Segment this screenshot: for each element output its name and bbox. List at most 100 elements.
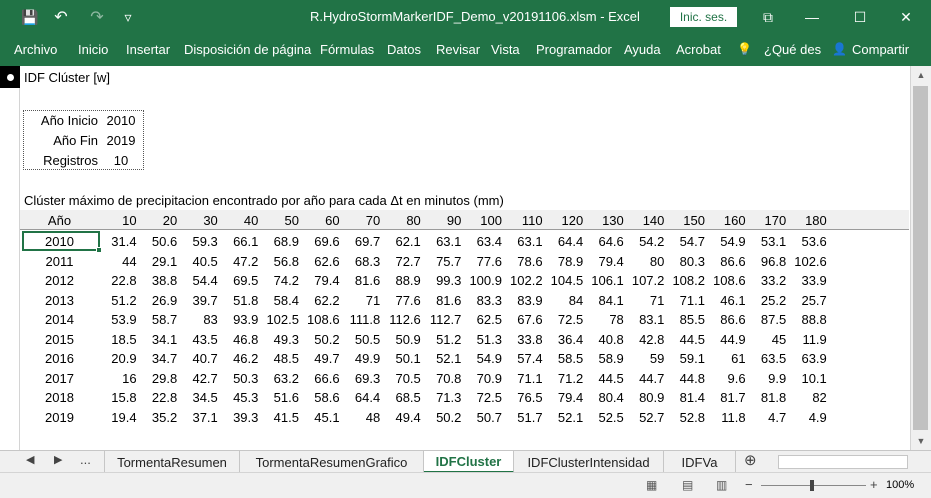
- value-cell[interactable]: 50.2: [302, 332, 339, 347]
- value-cell[interactable]: 46.8: [221, 332, 258, 347]
- value-cell[interactable]: 81.8: [749, 390, 786, 405]
- value-cell[interactable]: 54.7: [667, 234, 705, 249]
- tab-archivo[interactable]: Archivo: [14, 42, 57, 57]
- value-cell[interactable]: 93.9: [221, 312, 258, 327]
- value-cell[interactable]: 33.2: [749, 273, 786, 288]
- value-cell[interactable]: 44.7: [627, 371, 664, 386]
- value-cell[interactable]: 49.3: [261, 332, 299, 347]
- value-cell[interactable]: 25.7: [789, 293, 826, 308]
- tab-insertar[interactable]: Insertar: [126, 42, 170, 57]
- value-cell[interactable]: 45.3: [221, 390, 258, 405]
- value-cell[interactable]: 77.6: [383, 293, 420, 308]
- value-cell[interactable]: 42.7: [180, 371, 217, 386]
- value-cell[interactable]: 81.4: [667, 390, 705, 405]
- value-cell[interactable]: 45: [749, 332, 786, 347]
- value-cell[interactable]: 107.2: [627, 273, 665, 288]
- value-cell[interactable]: 80.9: [627, 390, 664, 405]
- value-cell[interactable]: 78.9: [546, 254, 583, 269]
- value-cell[interactable]: 79.4: [302, 273, 339, 288]
- value-cell[interactable]: 51.2: [424, 332, 461, 347]
- tab-formulas[interactable]: Fórmulas: [320, 42, 374, 57]
- value-cell[interactable]: 99.3: [424, 273, 461, 288]
- value-cell[interactable]: 9.9: [749, 371, 786, 386]
- year-cell[interactable]: 2011: [20, 254, 99, 269]
- value-cell[interactable]: 68.5: [383, 390, 420, 405]
- value-cell[interactable]: 82: [789, 390, 826, 405]
- value-cell[interactable]: 22.8: [99, 273, 136, 288]
- value-cell[interactable]: 108.2: [667, 273, 705, 288]
- value-cell[interactable]: 71.3: [424, 390, 461, 405]
- value-cell[interactable]: 50.3: [221, 371, 258, 386]
- value-cell[interactable]: 50.6: [140, 234, 177, 249]
- normal-view-icon[interactable]: ▦: [646, 478, 657, 492]
- value-cell[interactable]: 69.6: [302, 234, 339, 249]
- year-cell[interactable]: 2012: [20, 273, 99, 288]
- value-cell[interactable]: 54.2: [627, 234, 664, 249]
- minimize-icon[interactable]: —: [800, 0, 824, 34]
- value-cell[interactable]: 9.6: [708, 371, 746, 386]
- value-cell[interactable]: 59.3: [180, 234, 217, 249]
- undo-icon[interactable]: ↶: [50, 0, 72, 34]
- value-cell[interactable]: 81.6: [424, 293, 461, 308]
- value-cell[interactable]: 79.4: [546, 390, 583, 405]
- zoom-slider-knob[interactable]: [810, 480, 814, 491]
- value-cell[interactable]: 63.2: [261, 371, 299, 386]
- value-cell[interactable]: 37.1: [180, 410, 217, 425]
- value-cell[interactable]: 54.9: [464, 351, 502, 366]
- value-cell[interactable]: 71.1: [505, 371, 542, 386]
- value-cell[interactable]: 102.5: [261, 312, 299, 327]
- value-cell[interactable]: 59.1: [667, 351, 705, 366]
- value-cell[interactable]: 81.7: [708, 390, 745, 405]
- value-cell[interactable]: 50.2: [424, 410, 461, 425]
- value-cell[interactable]: 50.1: [383, 351, 420, 366]
- value-cell[interactable]: 20.9: [99, 351, 136, 366]
- value-cell[interactable]: 26.9: [140, 293, 177, 308]
- value-cell[interactable]: 44.9: [708, 332, 745, 347]
- value-cell[interactable]: 68.3: [343, 254, 380, 269]
- value-cell[interactable]: 34.5: [180, 390, 217, 405]
- value-cell[interactable]: 78: [586, 312, 623, 327]
- zoom-out-icon[interactable]: −: [745, 477, 753, 492]
- tab-disposicion[interactable]: Disposición de página: [184, 42, 311, 57]
- year-cell[interactable]: 2016: [20, 351, 99, 366]
- scroll-thumb[interactable]: [913, 86, 928, 430]
- value-cell[interactable]: 44.5: [667, 332, 705, 347]
- value-cell[interactable]: 51.6: [261, 390, 299, 405]
- value-cell[interactable]: 48.5: [261, 351, 299, 366]
- tell-me-field[interactable]: ¿Qué des: [764, 42, 821, 57]
- value-cell[interactable]: 44.8: [667, 371, 705, 386]
- value-cell[interactable]: 61: [708, 351, 745, 366]
- value-cell[interactable]: 46.1: [708, 293, 745, 308]
- value-cell[interactable]: 31.4: [99, 234, 136, 249]
- prev-sheet-icon[interactable]: ◀: [26, 453, 34, 466]
- value-cell[interactable]: 62.5: [464, 312, 502, 327]
- year-cell[interactable]: 2019: [20, 410, 99, 425]
- value-cell[interactable]: 72.7: [383, 254, 420, 269]
- sign-in-button[interactable]: Inic. ses.: [670, 7, 737, 27]
- value-cell[interactable]: 70.9: [464, 371, 502, 386]
- value-cell[interactable]: 52.1: [424, 351, 461, 366]
- value-cell[interactable]: 62.6: [302, 254, 339, 269]
- value-cell[interactable]: 45.1: [302, 410, 339, 425]
- value-cell[interactable]: 4.7: [749, 410, 786, 425]
- value-cell[interactable]: 71: [343, 293, 380, 308]
- value-cell[interactable]: 79.4: [586, 254, 623, 269]
- value-cell[interactable]: 71: [627, 293, 664, 308]
- value-cell[interactable]: 75.7: [424, 254, 461, 269]
- vertical-scrollbar[interactable]: ▲ ▼: [910, 66, 931, 450]
- value-cell[interactable]: 33.8: [505, 332, 542, 347]
- value-cell[interactable]: 52.7: [627, 410, 664, 425]
- value-cell[interactable]: 33.9: [789, 273, 826, 288]
- customize-qat-icon[interactable]: ▿: [118, 0, 138, 34]
- worksheet[interactable]: IDF Clúster [w] Año Inicio 2010 Año Fin …: [0, 66, 931, 450]
- value-cell[interactable]: 44: [99, 254, 136, 269]
- value-cell[interactable]: 85.5: [667, 312, 705, 327]
- value-cell[interactable]: 80.4: [586, 390, 623, 405]
- value-cell[interactable]: 71.1: [667, 293, 705, 308]
- value-cell[interactable]: 56.8: [261, 254, 299, 269]
- value-cell[interactable]: 80: [627, 254, 664, 269]
- value-cell[interactable]: 46.2: [221, 351, 258, 366]
- outline-level-icon[interactable]: [0, 66, 20, 88]
- year-cell[interactable]: 2010: [20, 234, 99, 249]
- value-cell[interactable]: 68.9: [261, 234, 299, 249]
